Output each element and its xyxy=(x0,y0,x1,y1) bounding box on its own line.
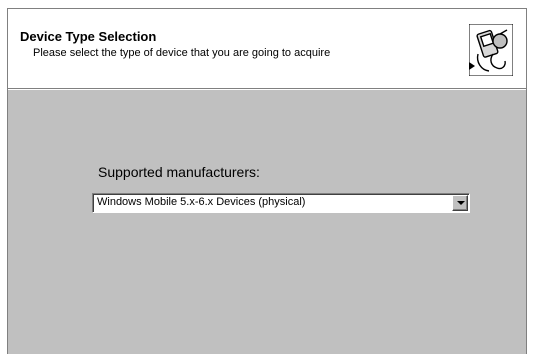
wizard-header: Device Type Selection Please select the … xyxy=(8,9,526,89)
dropdown-button[interactable] xyxy=(452,195,468,211)
device-selection-dialog: Device Type Selection Please select the … xyxy=(7,8,527,354)
header-divider xyxy=(8,89,526,90)
manufacturer-select[interactable]: Windows Mobile 5.x-6.x Devices (physical… xyxy=(92,193,470,213)
selected-manufacturer: Windows Mobile 5.x-6.x Devices (physical… xyxy=(97,196,306,208)
page-subtitle: Please select the type of device that yo… xyxy=(33,47,331,59)
supported-manufacturers-label: Supported manufacturers: xyxy=(98,164,260,180)
mobile-device-wizard-icon xyxy=(469,24,513,76)
chevron-down-icon xyxy=(457,201,465,205)
page-title: Device Type Selection xyxy=(20,29,157,44)
